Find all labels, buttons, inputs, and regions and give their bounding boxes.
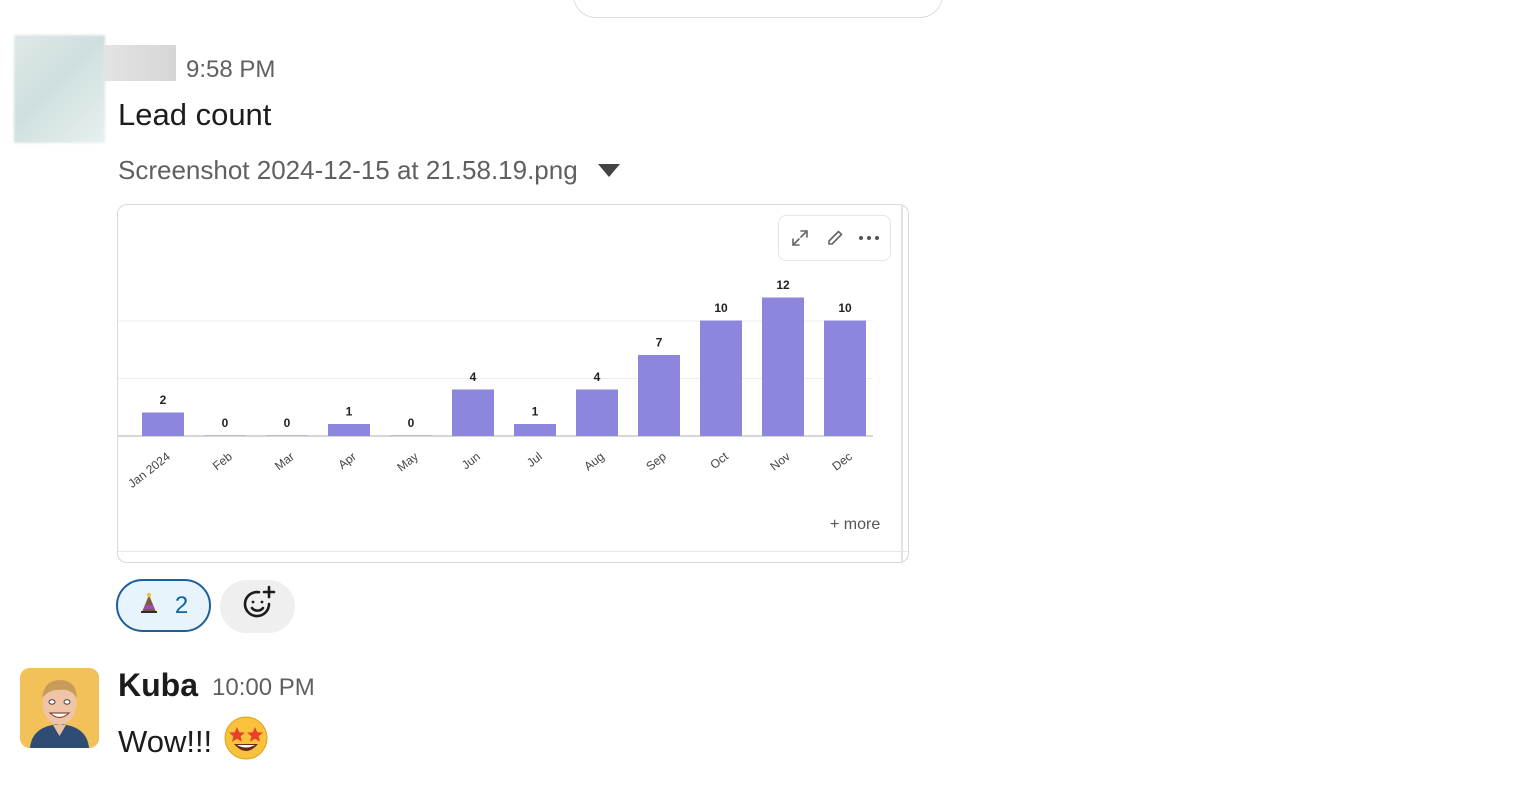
x-tick-label: Jun: [459, 449, 483, 472]
message-timestamp[interactable]: 10:00 PM: [212, 674, 315, 702]
data-label: 0: [222, 416, 229, 430]
data-label: 12: [776, 278, 790, 292]
author-name[interactable]: Kuba: [118, 667, 198, 704]
data-label: 4: [594, 370, 601, 384]
more-link[interactable]: + more: [830, 516, 880, 534]
data-label: 10: [714, 301, 728, 315]
file-attachment-header: Screenshot 2024-12-15 at 21.58.19.png: [118, 155, 620, 186]
add-reaction-button[interactable]: [220, 580, 295, 633]
x-tick-label: Sep: [643, 449, 669, 473]
x-tick-label: Feb: [210, 449, 235, 473]
chevron-down-icon[interactable]: [597, 164, 620, 177]
reaction-pill[interactable]: 2: [116, 579, 211, 632]
star-struck-emoji: [222, 716, 270, 768]
bar: [204, 435, 246, 436]
bar: [700, 320, 742, 436]
data-label: 2: [160, 393, 167, 407]
divider: [901, 205, 903, 562]
x-tick-label: Oct: [708, 449, 732, 472]
pencil-icon[interactable]: [822, 225, 848, 251]
data-label: 1: [532, 405, 539, 419]
x-tick-label: Jan 2024: [125, 449, 173, 491]
message-text: Lead count: [118, 97, 272, 132]
x-tick-label: May: [394, 449, 420, 474]
data-label: 0: [284, 416, 291, 430]
x-tick-label: Apr: [336, 449, 359, 472]
x-tick-label: Mar: [272, 449, 297, 473]
file-name[interactable]: Screenshot 2024-12-15 at 21.58.19.png: [118, 155, 578, 186]
x-tick-label: Nov: [767, 449, 792, 473]
data-label: 10: [838, 301, 852, 315]
message-text-row: Wow!!!: [118, 716, 270, 768]
bar: [266, 435, 308, 436]
avatar[interactable]: [14, 35, 105, 143]
author-name-redacted: [104, 45, 176, 81]
ellipsis-icon[interactable]: [856, 225, 882, 251]
bar: [328, 424, 370, 436]
message-text: Wow!!!: [118, 724, 213, 759]
bar: [142, 412, 184, 436]
bar: [452, 389, 494, 436]
bar: [390, 435, 432, 436]
avatar[interactable]: [20, 668, 99, 748]
add-emoji-icon: [239, 585, 277, 628]
bar: [576, 389, 618, 436]
x-tick-label: Dec: [829, 449, 854, 473]
divider: [118, 551, 908, 552]
x-tick-label: Aug: [581, 449, 606, 473]
bar: [514, 424, 556, 436]
bar: [762, 297, 804, 436]
chart-toolbar: [778, 215, 891, 261]
x-tick-label: Jul: [524, 449, 545, 469]
reaction-count: 2: [174, 591, 189, 619]
data-label: 7: [656, 336, 663, 350]
data-label: 4: [470, 370, 477, 384]
party-hat-emoji: [139, 592, 161, 619]
bar: [824, 320, 866, 436]
expand-icon[interactable]: [787, 225, 813, 251]
chart-image[interactable]: 2 Jan 2024 0 Feb 0 Mar 1 Apr 0 May 4 Jun 1 Jul 4 Aug 7 Se…: [117, 204, 909, 563]
data-label: 1: [346, 405, 353, 419]
data-label: 0: [408, 416, 415, 430]
bar: [638, 355, 680, 436]
message-timestamp[interactable]: 9:58 PM: [186, 56, 275, 84]
jump-pill[interactable]: [573, 0, 943, 18]
